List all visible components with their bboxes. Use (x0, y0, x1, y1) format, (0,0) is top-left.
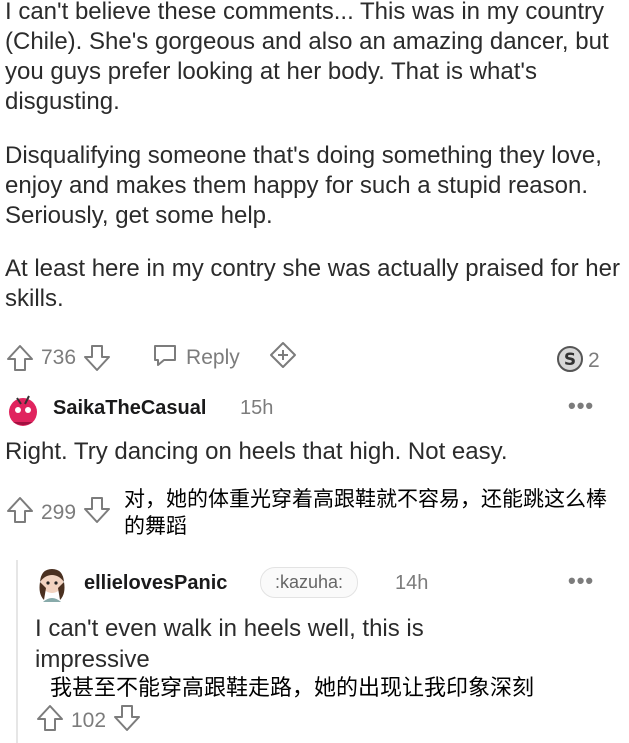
thread-line[interactable] (16, 560, 18, 743)
reply-label: Reply (186, 346, 240, 369)
username[interactable]: SaikaTheCasual (53, 397, 206, 420)
translation-caption: 对，她的体重光穿着高跟鞋就不容易，还能跳这么棒的舞蹈 (124, 487, 607, 538)
upvote-icon[interactable] (35, 703, 65, 739)
translation-caption: 我甚至不能穿高跟鞋走路，她的出现让我印象深刻 (50, 676, 535, 701)
comment-text: I can't even walk in heels well, this is… (35, 615, 424, 673)
avatar[interactable] (35, 566, 69, 609)
comment-age: 14h (395, 572, 429, 594)
reply-icon (150, 340, 180, 376)
comment-text: Right. Try dancing on heels that high. N… (5, 438, 508, 465)
award-icon: S (556, 343, 584, 379)
upvote-count: 299 (41, 501, 77, 524)
downvote-icon[interactable] (82, 495, 112, 531)
downvote-icon[interactable] (112, 703, 142, 739)
comment-3-vote-row: 102 (35, 704, 142, 738)
user-flair: :kazuha: (260, 567, 359, 598)
more-icon[interactable]: ••• (568, 568, 594, 594)
more-icon[interactable]: ••• (568, 393, 594, 419)
upvote-count: 736 (41, 346, 77, 369)
comment-paragraph-3: At least here in my contry she was actua… (5, 255, 620, 312)
award-count: 2 (588, 349, 600, 372)
svg-text:S: S (564, 350, 576, 370)
comment-paragraph-2: Disqualifying someone that's doing somet… (5, 142, 602, 229)
upvote-count: 102 (71, 709, 107, 732)
username[interactable]: ellielovesPanic (84, 572, 227, 595)
award-display[interactable]: S 2 (556, 343, 600, 379)
parent-action-row: 736 Reply (5, 341, 298, 375)
upvote-icon[interactable] (5, 495, 35, 531)
comment-paragraph-1: I can't believe these comments... This w… (5, 0, 609, 115)
avatar[interactable] (5, 392, 41, 433)
downvote-icon[interactable] (82, 343, 112, 373)
upvote-icon[interactable] (5, 343, 35, 373)
add-icon[interactable] (268, 340, 298, 376)
reply-button[interactable]: Reply (150, 340, 240, 376)
comment-age: 15h (240, 397, 274, 419)
comment-2-vote-row: 299 (5, 496, 112, 530)
